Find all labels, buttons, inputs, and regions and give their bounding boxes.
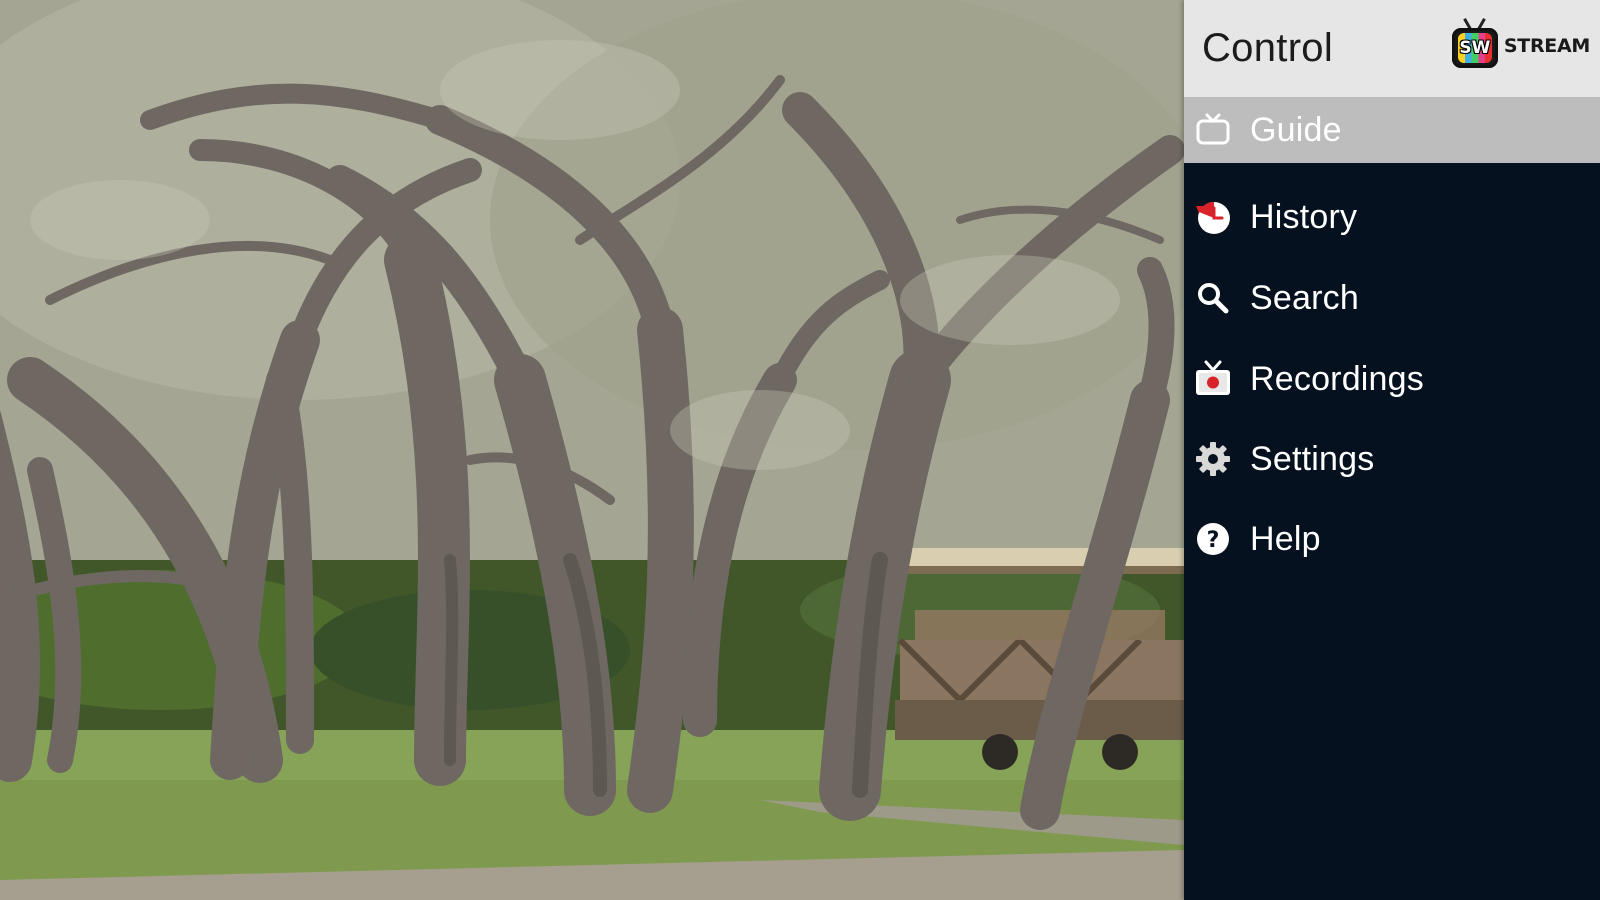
brand-logo: SW STREAM [1450,18,1590,72]
menu-item-label: Guide [1250,110,1342,149]
forest-scene-image [0,0,1184,900]
brand-logo-letters: SW [1459,38,1491,58]
gear-icon [1194,440,1232,478]
menu-item-label: Help [1250,519,1321,558]
menu-item-history[interactable]: History [1184,177,1600,257]
menu-item-label: History [1250,197,1358,236]
sw-tv-logo-icon: SW [1450,18,1502,72]
brand-wordmark: STREAM [1503,35,1590,57]
search-icon [1194,279,1232,317]
svg-text:?: ? [1207,528,1220,553]
menu-header: Control SW STREAM [1184,0,1600,97]
menu-item-guide[interactable]: Guide [1184,97,1600,163]
menu-item-recordings[interactable]: Recordings [1184,339,1600,419]
help-icon: ? [1194,520,1232,558]
history-clock-icon [1194,198,1232,236]
tv-icon [1194,111,1232,149]
app-screen: Control SW STREAM Guide History Search R… [0,0,1600,900]
menu-item-settings[interactable]: Settings [1184,419,1600,499]
menu-item-help[interactable]: ? Help [1184,499,1600,579]
record-tv-icon [1194,360,1232,398]
menu-item-search[interactable]: Search [1184,257,1600,339]
menu-item-label: Search [1250,278,1359,317]
control-side-menu: Control SW STREAM Guide History Search R… [1184,0,1600,900]
menu-list: Guide History Search Recordings Settings… [1184,97,1600,579]
menu-item-label: Settings [1250,439,1375,478]
menu-title: Control [1202,26,1334,70]
video-playback-background [0,0,1184,900]
menu-item-label: Recordings [1250,359,1424,398]
